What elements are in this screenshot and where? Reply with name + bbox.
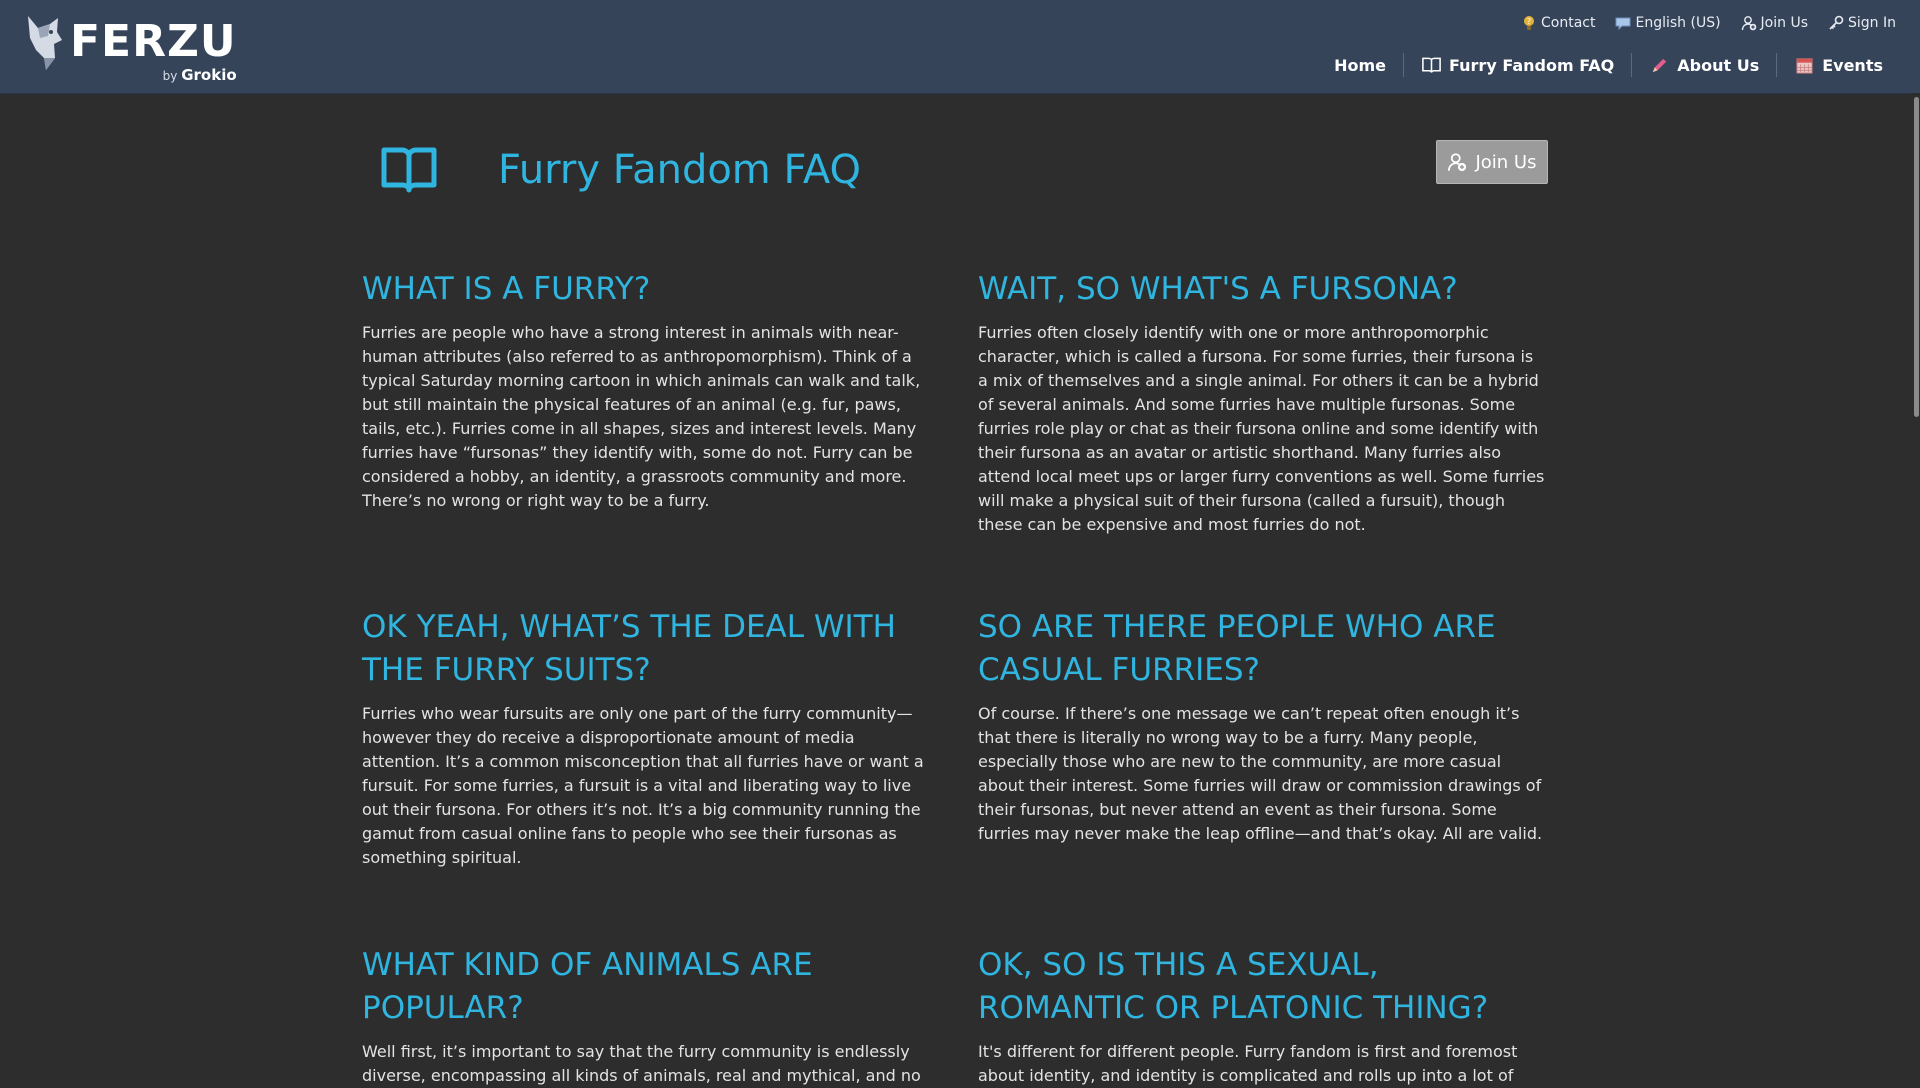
faq-question: WAIT, SO WHAT'S A FURSONA? (978, 271, 1458, 307)
nav-events-label: Events (1822, 55, 1883, 75)
join-us-link[interactable]: Join Us (1741, 15, 1808, 31)
faq-answer: Furries often closely identify with one … (978, 323, 1545, 534)
utility-nav: ? Contact English (US) Join Us Sign In (1521, 15, 1896, 31)
speech-bubble-icon (1615, 17, 1631, 31)
nav-home[interactable]: Home (1317, 56, 1403, 75)
page-header: Furry Fandom FAQ Join Us (380, 140, 1550, 204)
pencil-icon (1653, 58, 1667, 72)
logo-brand: Grokio (181, 66, 237, 84)
faq-answer: It's different for different people. Fur… (978, 1042, 1518, 1085)
svg-text:?: ? (1527, 17, 1531, 26)
nav-furry-fandom-faq[interactable]: Furry Fandom FAQ (1404, 56, 1631, 75)
add-user-icon (1741, 16, 1756, 31)
logo-by: by (162, 69, 178, 83)
page-title: Furry Fandom FAQ (498, 147, 861, 193)
logo-wordmark: FERZU (70, 16, 237, 67)
open-book-icon (381, 147, 437, 193)
calendar-icon (1796, 57, 1813, 74)
faq-item: OK, SO IS THIS A SEXUAL, ROMANTIC OR PLA… (978, 944, 1548, 1088)
nav-home-label: Home (1334, 55, 1387, 75)
faq-answer: Well first, it’s important to say that t… (362, 1042, 921, 1085)
nav-faq-label: Furry Fandom FAQ (1449, 55, 1615, 75)
faq-item: OK YEAH, WHAT’S THE DEAL WITH THE FURRY … (362, 606, 932, 944)
faq-question: OK YEAH, WHAT’S THE DEAL WITH THE FURRY … (362, 609, 896, 688)
fox-logo-icon (28, 16, 62, 70)
sign-in-link[interactable]: Sign In (1828, 15, 1896, 31)
faq-item: SO ARE THERE PEOPLE WHO ARE CASUAL FURRI… (978, 606, 1548, 944)
faq-question: SO ARE THERE PEOPLE WHO ARE CASUAL FURRI… (978, 609, 1496, 688)
join-us-button-label: Join Us (1475, 151, 1537, 173)
nav-about-label: About Us (1677, 55, 1760, 75)
faq-answer: Furries are people who have a strong int… (362, 323, 921, 510)
faq-item: WHAT KIND OF ANIMALS ARE POPULAR? Well f… (362, 944, 932, 1088)
language-label: English (US) (1635, 15, 1721, 31)
add-user-icon (1448, 153, 1467, 172)
contact-link[interactable]: ? Contact (1521, 15, 1595, 31)
top-header: FERZU by Grokio ? Contact English (US) J… (0, 0, 1920, 94)
language-selector[interactable]: English (US) (1615, 15, 1721, 31)
ferzu-logo[interactable]: FERZU by Grokio (24, 14, 237, 84)
faq-answer: Of course. If there’s one message we can… (978, 704, 1543, 843)
book-icon (1422, 57, 1441, 73)
main-nav: Home Furry Fandom FAQ About Us Events (1317, 53, 1900, 77)
faq-item: WHAT IS A FURRY? Furries are people who … (362, 268, 932, 606)
nav-events[interactable]: Events (1777, 56, 1900, 75)
join-us-label: Join Us (1760, 15, 1808, 31)
faq-item: WAIT, SO WHAT'S A FURSONA? Furries often… (978, 268, 1548, 606)
faq-question: WHAT KIND OF ANIMALS ARE POPULAR? (362, 947, 813, 1026)
faq-grid: WHAT IS A FURRY? Furries are people who … (362, 268, 1548, 1088)
logo-byline: by Grokio (163, 66, 237, 84)
faq-question: WHAT IS A FURRY? (362, 271, 651, 307)
vertical-scrollbar[interactable] (1912, 93, 1920, 1080)
nav-about-us[interactable]: About Us (1632, 56, 1776, 75)
question-bulb-icon: ? (1524, 16, 1535, 30)
faq-question: OK, SO IS THIS A SEXUAL, ROMANTIC OR PLA… (978, 947, 1489, 1026)
faq-answer: Furries who wear fursuits are only one p… (362, 704, 924, 867)
key-icon (1829, 15, 1844, 30)
sign-in-label: Sign In (1848, 15, 1896, 31)
contact-label: Contact (1541, 15, 1596, 31)
scrollbar-thumb[interactable] (1914, 97, 1919, 417)
join-us-button[interactable]: Join Us (1436, 140, 1548, 184)
